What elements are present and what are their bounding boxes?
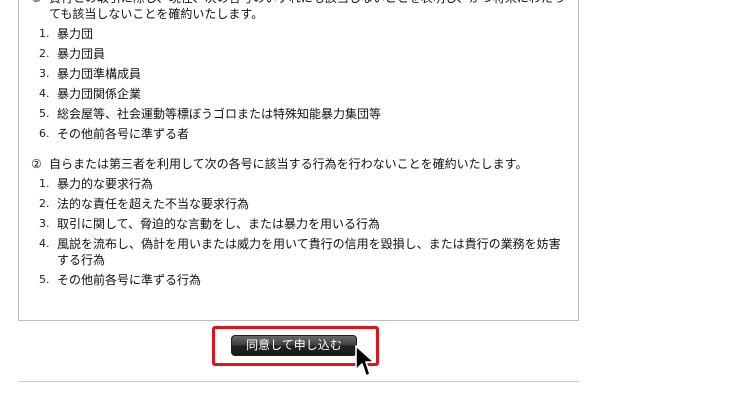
item-text: 風説を流布し、偽計を用いまたは威力を用いて貴行の信用を毀損し、または貴行の業務を… — [57, 237, 561, 267]
list-item: 3. 暴力団準構成員 — [31, 66, 571, 82]
list-item: 1. 暴力的な要求行為 — [31, 176, 571, 192]
item-text: その他前各号に準ずる行為 — [57, 273, 202, 287]
item-number: 2. — [39, 197, 50, 210]
terms-clause-1: ① 貴行との取引に際し、現在、次の各号のいずれにも該当しないことを表明し、かつ将… — [31, 0, 571, 142]
terms-clause-2: ② 自らまたは第三者を利用して次の各号に該当する行為を行わないことを確約いたしま… — [31, 156, 571, 288]
list-item: 2. 法的な責任を超えた不当な要求行為 — [31, 196, 571, 212]
item-text: 暴力的な要求行為 — [57, 177, 154, 191]
clause-2-marker: ② — [31, 157, 42, 171]
item-text: 総会屋等、社会運動等標ぼうゴロまたは特殊知能暴力集団等 — [57, 107, 382, 121]
agree-and-apply-button[interactable]: 同意して申し込む — [231, 335, 357, 356]
item-number: 1. — [39, 27, 50, 40]
list-item: 3. 取引に関して、脅迫的な言動をし、または暴力を用いる行為 — [31, 216, 571, 232]
clause-2-text: 自らまたは第三者を利用して次の各号に該当する行為を行わないことを確約いたします。 — [49, 157, 528, 171]
item-number: 3. — [39, 217, 50, 230]
item-text: 取引に関して、脅迫的な言動をし、または暴力を用いる行為 — [57, 217, 381, 231]
item-text: 暴力団 — [57, 27, 94, 41]
list-item: 2. 暴力団員 — [31, 46, 571, 62]
list-item: 4. 暴力団関係企業 — [31, 86, 571, 102]
list-item: 5. その他前各号に準ずる行為 — [31, 272, 571, 288]
item-number: 5. — [39, 107, 50, 120]
list-item: 4. 風説を流布し、偽計を用いまたは威力を用いて貴行の信用を毀損し、または貴行の業… — [31, 236, 571, 268]
item-text: 暴力団員 — [57, 47, 106, 61]
item-number: 6. — [39, 127, 50, 140]
list-item: 6. その他前各号に準ずる者 — [31, 126, 571, 142]
clause-1-statement: ① 貴行との取引に際し、現在、次の各号のいずれにも該当しないことを表明し、かつ将… — [31, 0, 571, 22]
item-number: 4. — [39, 87, 50, 100]
clause-1-text: 貴行との取引に際し、現在、次の各号のいずれにも該当しないことを表明し、かつ将来に… — [49, 0, 565, 21]
clause-2-items: 1. 暴力的な要求行為 2. 法的な責任を超えた不当な要求行為 3. 取引に関して、脅… — [31, 176, 571, 288]
list-item: 1. 暴力団 — [31, 26, 571, 42]
item-text: 法的な責任を超えた不当な要求行為 — [57, 197, 250, 211]
item-text: 暴力団準構成員 — [57, 67, 142, 81]
item-number: 3. — [39, 67, 50, 80]
clause-1-items: 1. 暴力団 2. 暴力団員 3. 暴力団準構成員 4. 暴力団関係企業 5. 総会屋等、… — [31, 26, 571, 142]
clause-1-marker: ① — [31, 0, 47, 6]
terms-scroll-box[interactable]: ① 貴行との取引に際し、現在、次の各号のいずれにも該当しないことを表明し、かつ将… — [18, 0, 579, 321]
item-number: 5. — [39, 273, 50, 286]
item-number: 4. — [39, 237, 50, 250]
item-text: その他前各号に準ずる者 — [57, 127, 190, 141]
list-item: 5. 総会屋等、社会運動等標ぼうゴロまたは特殊知能暴力集団等 — [31, 106, 571, 122]
clause-2-statement: ② 自らまたは第三者を利用して次の各号に該当する行為を行わないことを確約いたしま… — [31, 156, 571, 172]
item-number: 1. — [39, 177, 50, 190]
item-number: 2. — [39, 47, 50, 60]
arrow-cursor-icon — [355, 345, 375, 377]
section-divider — [18, 381, 580, 382]
item-text: 暴力団関係企業 — [57, 87, 142, 101]
